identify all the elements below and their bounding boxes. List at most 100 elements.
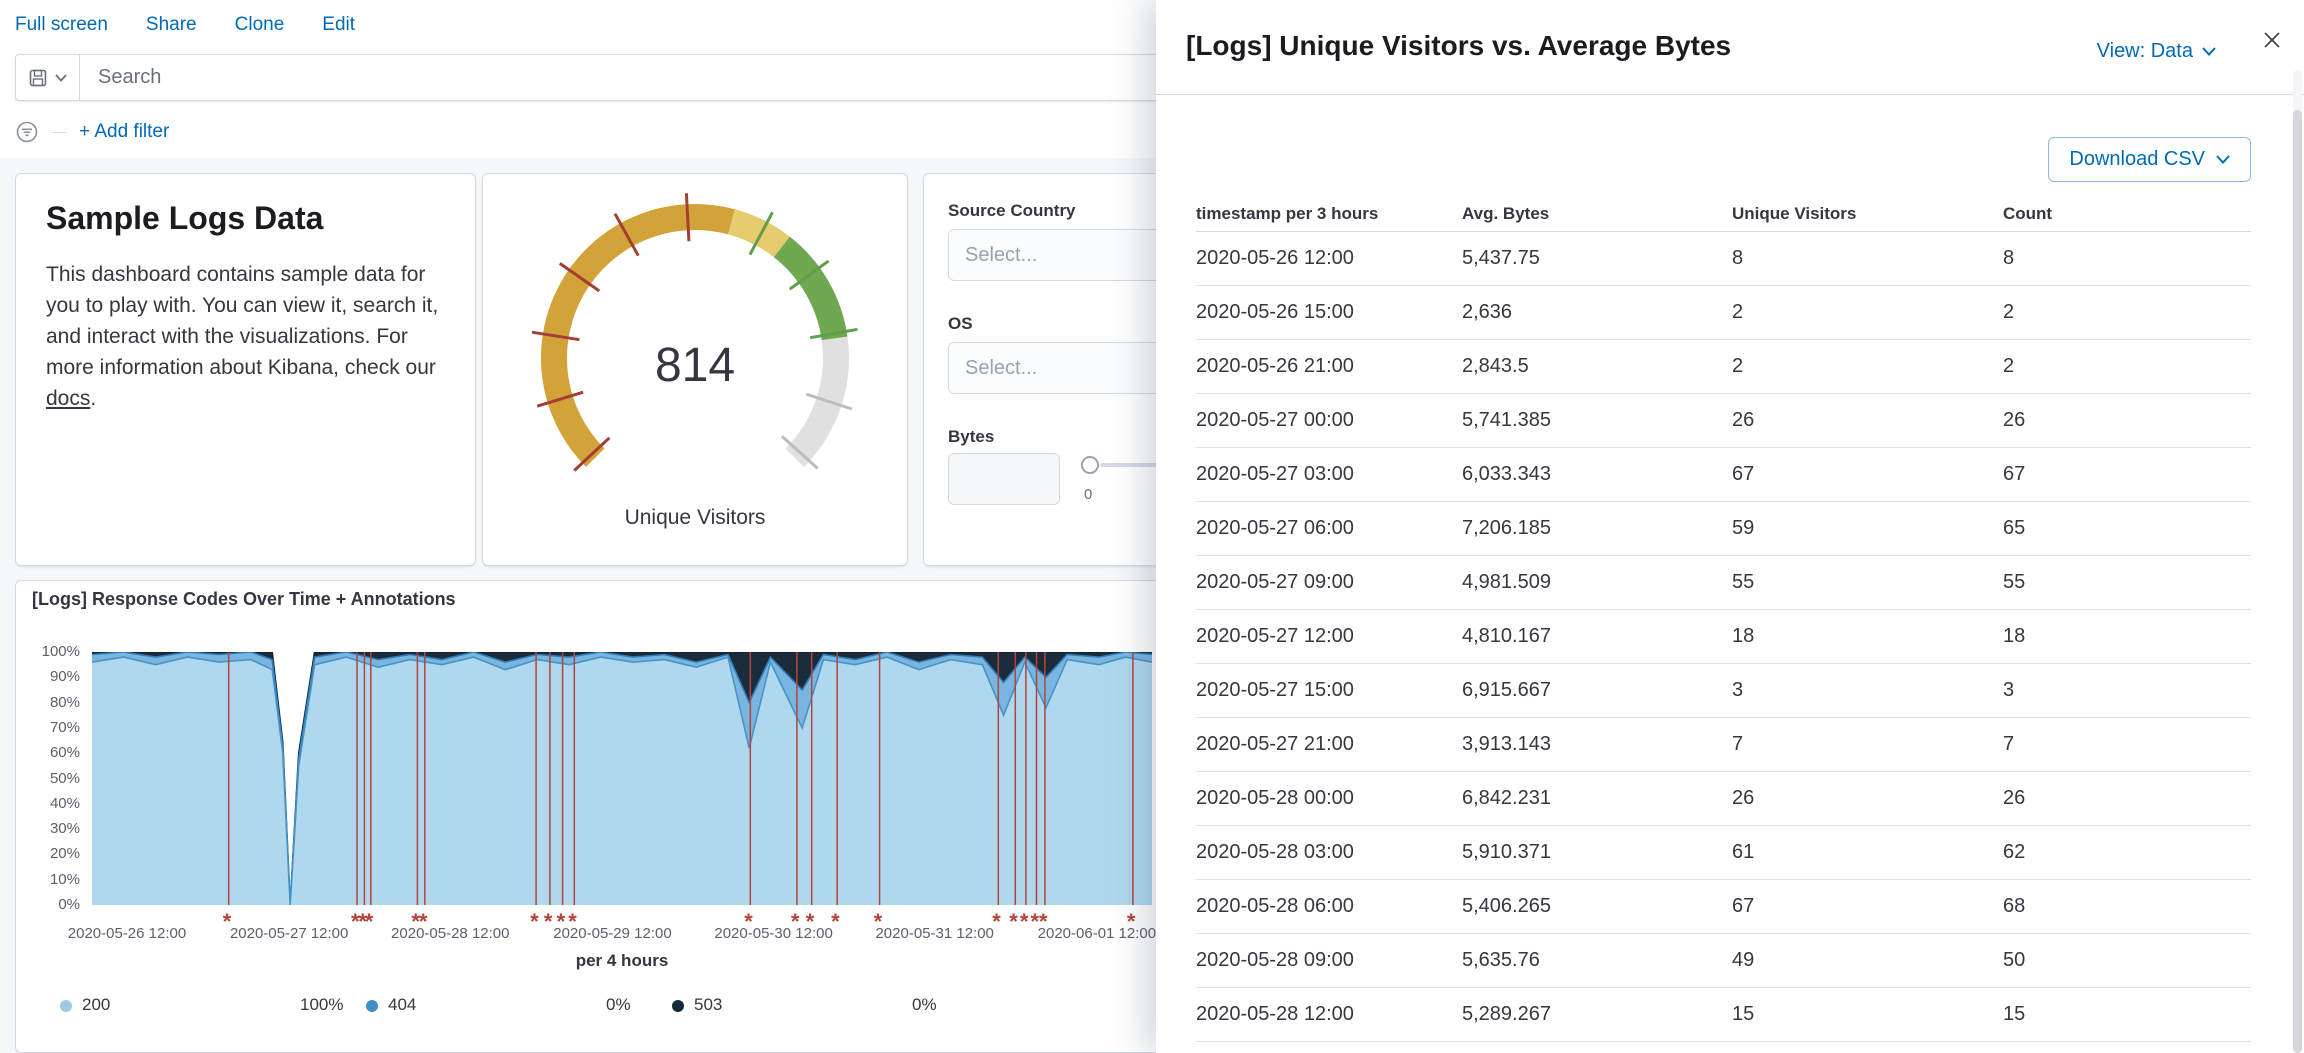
table-header-cell[interactable]: Unique Visitors: [1732, 204, 2003, 224]
legend-value: 0%: [912, 995, 937, 1015]
annotation-marks: *********************: [92, 905, 1152, 927]
table-row: 2020-05-28 00:006,842.2312626: [1196, 772, 2251, 826]
sample-logs-title: Sample Logs Data: [46, 200, 445, 237]
legend-item[interactable]: 200100%: [60, 995, 360, 1017]
table-cell: 5,289.267: [1462, 1003, 1732, 1026]
y-axis-tick-label: 40%: [50, 795, 80, 812]
table-cell: 2020-05-28 06:00: [1196, 895, 1462, 918]
legend-item[interactable]: 4040%: [366, 995, 666, 1017]
y-axis-tick-label: 90%: [50, 668, 80, 685]
table-header-cell[interactable]: timestamp per 3 hours: [1196, 204, 1462, 224]
table-cell: 2020-05-27 00:00: [1196, 409, 1462, 432]
dashboard-toolbar: Full screen Share Clone Edit: [15, 14, 355, 36]
table-header-cell[interactable]: Avg. Bytes: [1462, 204, 1732, 224]
table-cell: 2,843.5: [1462, 355, 1732, 378]
table-row: 2020-05-27 21:003,913.14377: [1196, 718, 2251, 772]
flyout-header-divider: [1156, 94, 2304, 95]
x-axis-tick-label: 2020-05-27 12:00: [209, 925, 369, 942]
close-flyout-button[interactable]: [2256, 24, 2288, 56]
area-series-200: [92, 657, 1152, 905]
table-header-cell[interactable]: Count: [2003, 204, 2251, 224]
table-cell: 6,033.343: [1462, 463, 1732, 486]
table-cell: 15: [1732, 1003, 2003, 1026]
table-cell: 68: [2003, 895, 2251, 918]
filter-bar: + Add filter: [15, 119, 169, 145]
table-row: 2020-05-27 00:005,741.3852626: [1196, 394, 2251, 448]
full-screen-link[interactable]: Full screen: [15, 14, 108, 36]
table-row: 2020-05-28 09:005,635.764950: [1196, 934, 2251, 988]
table-cell: 3,913.143: [1462, 733, 1732, 756]
x-axis-tick-label: 2020-05-26 12:00: [47, 925, 207, 942]
bytes-min-input[interactable]: [948, 453, 1060, 505]
table-row: 2020-05-28 12:005,289.2671515: [1196, 988, 2251, 1042]
y-axis-tick-label: 60%: [50, 744, 80, 761]
legend-label: 503: [694, 995, 722, 1015]
y-axis-tick-label: 50%: [50, 770, 80, 787]
table-row: 2020-05-26 12:005,437.7588: [1196, 232, 2251, 286]
table-cell: 49: [1732, 949, 2003, 972]
table-cell: 2020-05-28 00:00: [1196, 787, 1462, 810]
table-cell: 65: [2003, 517, 2251, 540]
table-cell: 18: [2003, 625, 2251, 648]
table-row: 2020-05-26 21:002,843.522: [1196, 340, 2251, 394]
table-cell: 5,910.371: [1462, 841, 1732, 864]
table-cell: 4,981.509: [1462, 571, 1732, 594]
x-axis-tick-label: 2020-05-30 12:00: [694, 925, 854, 942]
flyout-table-header: timestamp per 3 hoursAvg. BytesUnique Vi…: [1196, 196, 2251, 232]
add-filter-button[interactable]: + Add filter: [79, 121, 169, 143]
response-codes-plot: [92, 652, 1152, 905]
y-axis-tick-label: 70%: [50, 719, 80, 736]
sample-logs-body: This dashboard contains sample data for …: [46, 259, 447, 414]
legend-label: 200: [82, 995, 110, 1015]
view-data-selector[interactable]: View: Data: [2097, 40, 2216, 63]
x-axis-tick-label: 2020-06-01 12:00: [1017, 925, 1177, 942]
table-cell: 55: [2003, 571, 2251, 594]
filter-icon[interactable]: [15, 120, 39, 144]
table-cell: 5,741.385: [1462, 409, 1732, 432]
chevron-down-icon: [2202, 47, 2216, 56]
share-link[interactable]: Share: [146, 14, 197, 36]
table-cell: 2020-05-27 06:00: [1196, 517, 1462, 540]
table-cell: 26: [2003, 409, 2251, 432]
legend-value: 0%: [606, 995, 631, 1015]
table-row: 2020-05-27 06:007,206.1855965: [1196, 502, 2251, 556]
table-cell: 2,636: [1462, 301, 1732, 324]
table-cell: 2: [2003, 301, 2251, 324]
panel-unique-visitors-gauge: 814 Unique Visitors: [482, 173, 908, 566]
table-cell: 61: [1732, 841, 2003, 864]
panel-response-codes: [Logs] Response Codes Over Time + Annota…: [15, 580, 1180, 1053]
legend-item[interactable]: 503 0%: [672, 995, 972, 1017]
bytes-slider-handle[interactable]: [1081, 456, 1099, 474]
gauge-label: Unique Visitors: [483, 506, 907, 530]
table-row: 2020-05-28 06:005,406.2656768: [1196, 880, 2251, 934]
table-cell: 6,915.667: [1462, 679, 1732, 702]
x-axis-tick-label: 2020-05-28 12:00: [370, 925, 530, 942]
kibana-dashboard: Full screen Share Clone Edit + Add filte…: [0, 0, 2304, 1053]
scrollbar-thumb[interactable]: [2293, 110, 2302, 1053]
table-cell: 15: [2003, 1003, 2251, 1026]
edit-link[interactable]: Edit: [322, 14, 355, 36]
legend-color-dot: [60, 1000, 72, 1012]
clone-link[interactable]: Clone: [235, 14, 285, 36]
download-csv-button[interactable]: Download CSV: [2048, 137, 2251, 182]
table-cell: 62: [2003, 841, 2251, 864]
bytes-label: Bytes: [948, 427, 994, 447]
gauge-tick: [686, 193, 689, 241]
table-cell: 26: [2003, 787, 2251, 810]
table-cell: 2020-05-27 09:00: [1196, 571, 1462, 594]
saved-query-button[interactable]: [16, 55, 80, 100]
source-country-placeholder: Select...: [965, 244, 1037, 267]
gauge-value: 814: [483, 338, 907, 393]
y-axis: 100%90%80%70%60%50%40%30%20%10%0%: [16, 652, 80, 905]
table-cell: 3: [2003, 679, 2251, 702]
source-country-label: Source Country: [948, 201, 1076, 221]
y-axis-tick-label: 30%: [50, 820, 80, 837]
docs-link[interactable]: docs: [46, 387, 90, 410]
table-cell: 5,437.75: [1462, 247, 1732, 270]
table-cell: 2: [1732, 301, 2003, 324]
table-cell: 2020-05-28 12:00: [1196, 1003, 1462, 1026]
filter-bar-divider: [52, 132, 66, 133]
view-data-label: View: Data: [2097, 40, 2193, 63]
table-cell: 2: [2003, 355, 2251, 378]
legend-color-dot: [366, 1000, 378, 1012]
